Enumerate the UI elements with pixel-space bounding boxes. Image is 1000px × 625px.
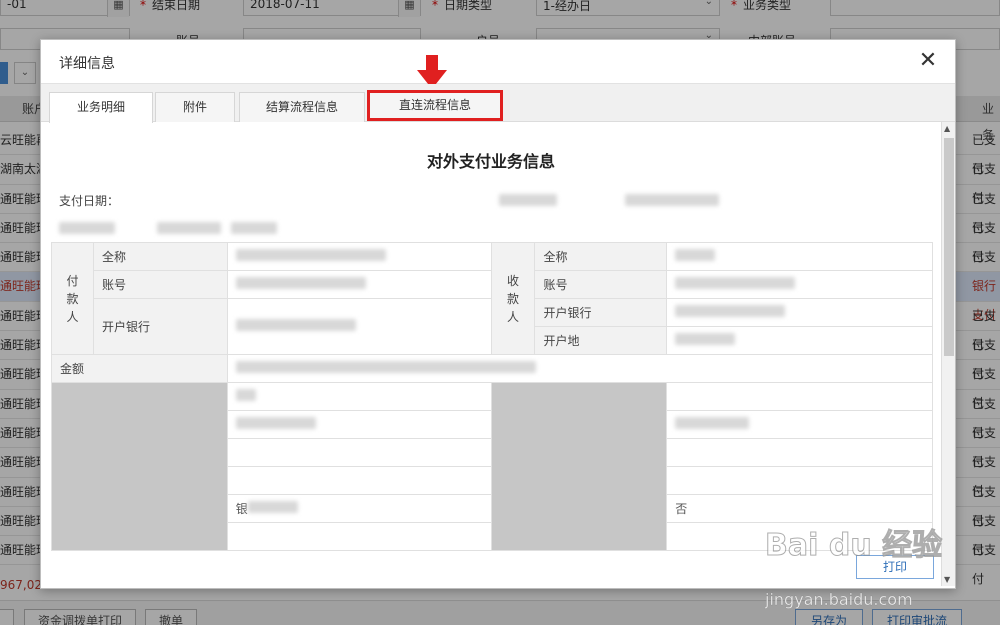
detail-cell xyxy=(666,410,933,439)
detail-cell xyxy=(226,382,492,411)
payee-bank-label: 开户银行 xyxy=(534,298,668,327)
blurred-value xyxy=(625,194,719,206)
payee-account-value xyxy=(666,270,933,299)
payee-image-block xyxy=(490,382,668,551)
form-title: 对外支付业务信息 xyxy=(426,152,555,171)
payee-location-label: 开户地 xyxy=(534,326,668,355)
payer-bank-label: 开户银行 xyxy=(92,298,228,355)
scroll-up-icon[interactable]: ▲ xyxy=(944,124,950,133)
payer-account-label: 账号 xyxy=(92,270,228,299)
tab-attachments[interactable]: 附件 xyxy=(155,92,235,122)
watermark-url: jingyan.baidu.com xyxy=(765,590,913,610)
detail-cell: 银 xyxy=(226,494,492,523)
detail-cell xyxy=(666,438,933,467)
tab-business-detail[interactable]: 业务明细 xyxy=(49,92,153,123)
payee-full-name-label: 全称 xyxy=(534,242,668,271)
blurred-value xyxy=(157,222,221,234)
close-icon[interactable]: ✕ xyxy=(915,48,941,74)
blurred-value xyxy=(499,194,557,206)
amount-value xyxy=(226,354,934,383)
detail-cell: 否 xyxy=(666,494,933,523)
payer-side-label: 付 款 人 xyxy=(51,242,94,355)
payee-side-label: 收 款 人 xyxy=(490,242,536,355)
payer-account-value xyxy=(226,270,492,299)
detail-cell xyxy=(226,410,492,439)
detail-cell xyxy=(666,382,933,411)
detail-cell xyxy=(226,466,492,495)
dialog-title: 详细信息 xyxy=(59,56,115,72)
scrollbar-thumb[interactable] xyxy=(944,138,954,356)
detail-cell xyxy=(226,522,492,551)
watermark-logo: Bai du 经验 xyxy=(764,528,943,564)
amount-label: 金额 xyxy=(51,354,228,383)
payee-full-name-value xyxy=(666,242,933,271)
payer-full-name-label: 全称 xyxy=(92,242,228,271)
payment-detail-table: 付 款 人 全称 收 款 人 全称 账号 账号 开户银行 开户银行 开户地 金额… xyxy=(51,242,934,551)
payer-full-name-value xyxy=(226,242,492,271)
payer-image-block xyxy=(51,382,228,551)
blurred-value xyxy=(231,222,277,234)
detail-cell xyxy=(666,466,933,495)
baidu-jingyan-watermark: Bai du 经验 jingyan.baidu.com xyxy=(764,520,1000,625)
blurred-value xyxy=(59,222,115,234)
tab-settlement-flow[interactable]: 结算流程信息 xyxy=(239,92,365,122)
dialog-header: 详细信息 ✕ xyxy=(41,40,955,84)
tab-bar: 业务明细 附件 结算流程信息 直连流程信息 xyxy=(41,84,955,123)
detail-cell xyxy=(226,438,492,467)
dialog-content: 对外支付业务信息 支付日期： 付 款 人 全称 收 款 人 全称 账号 账号 开… xyxy=(49,122,955,586)
detail-dialog: 详细信息 ✕ 业务明细 附件 结算流程信息 直连流程信息 对外支付业务信息 支付… xyxy=(40,39,956,589)
vertical-scrollbar[interactable]: ▲ ▼ xyxy=(941,122,955,586)
payee-account-label: 账号 xyxy=(534,270,668,299)
tab-direct-connect-flow[interactable]: 直连流程信息 xyxy=(367,90,503,121)
pay-date-label: 支付日期： xyxy=(59,194,120,208)
payee-bank-value xyxy=(666,298,933,327)
payee-location-value xyxy=(666,326,933,355)
payer-bank-value xyxy=(226,298,492,355)
